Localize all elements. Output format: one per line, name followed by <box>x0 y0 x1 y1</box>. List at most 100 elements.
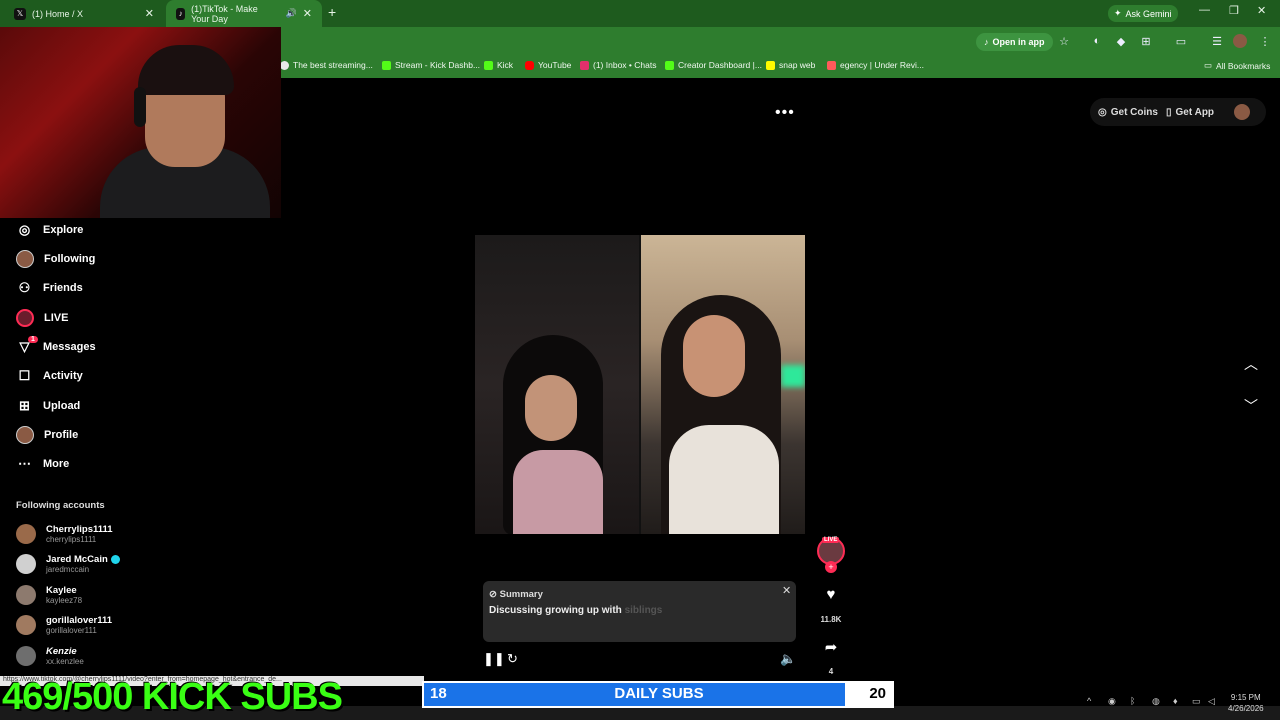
pause-icon[interactable]: ❚❚ <box>483 651 505 667</box>
video-player[interactable] <box>475 235 805 534</box>
kebab-menu-icon[interactable]: ⋮ <box>1258 34 1272 48</box>
summary-title: Summary <box>499 589 543 600</box>
extension-icon[interactable]: ◐ <box>1090 34 1104 48</box>
sidebar-item-live[interactable]: LIVE <box>16 307 68 329</box>
chevron-up-icon[interactable]: ^ <box>1087 696 1091 706</box>
following-avatar-icon <box>16 250 34 268</box>
webcam-person-hair <box>138 45 234 95</box>
bookmark-item[interactable]: (1) Inbox • Chats <box>580 60 656 70</box>
minimize-button[interactable]: — <box>1199 4 1210 16</box>
following-account-item[interactable]: Kenzie xx.kenzlee <box>16 646 84 666</box>
profile-avatar-icon[interactable] <box>1233 34 1247 48</box>
tab-tiktok[interactable]: ♪ (1)TikTok - Make Your Day 🔊 ✕ <box>166 0 322 27</box>
bluetooth-icon[interactable]: ᛒ <box>1130 696 1135 706</box>
bookmark-item[interactable]: egency | Under Revi... <box>827 60 924 70</box>
sidebar-item-label: Upload <box>43 400 81 412</box>
follow-plus-icon[interactable]: + <box>825 561 837 573</box>
tray-app-icon[interactable]: ◉ <box>1108 696 1116 707</box>
snapchat-icon <box>766 60 775 70</box>
daily-subs-current: 18 <box>430 685 447 702</box>
account-username: gorillalover111 <box>46 625 97 635</box>
following-account-item[interactable]: Cherrylips1111 cherrylips1111 <box>16 524 113 544</box>
youtube-icon <box>525 60 534 70</box>
get-app-button[interactable]: ▯ Get App <box>1166 103 1214 121</box>
tab-label: (1)TikTok - Make Your Day <box>191 3 258 24</box>
bookmark-star-icon[interactable]: ☆ <box>1057 34 1071 48</box>
sidebar-item-explore[interactable]: ◎ Explore <box>16 219 84 241</box>
microphone-icon[interactable]: ♦ <box>1173 696 1178 706</box>
bookmark-label: The best streaming... <box>293 60 373 70</box>
kick-icon <box>665 60 674 70</box>
video-person-body <box>669 425 779 534</box>
audio-icon[interactable]: 🔊 <box>286 8 297 19</box>
following-account-item[interactable]: Kaylee kayleez78 <box>16 585 82 605</box>
tiktok-icon: ♪ <box>984 37 989 47</box>
sidebar-item-upload[interactable]: ⊞ Upload <box>16 395 80 417</box>
replay-icon[interactable]: ↻ <box>507 651 518 667</box>
more-icon: ⋯ <box>18 456 31 471</box>
bookmark-label: snap web <box>779 60 816 70</box>
network-icon[interactable]: ▭ <box>1192 696 1201 707</box>
share-icon[interactable]: ➦ <box>821 637 841 657</box>
restore-button[interactable]: ❐ <box>1229 4 1239 17</box>
avatar <box>16 585 36 605</box>
live-badge: LIVE <box>822 537 840 543</box>
summary-text-row: Discussing growing up with siblings <box>489 605 662 616</box>
volume-icon[interactable]: 🔈 <box>780 651 796 667</box>
profile-avatar-icon[interactable] <box>1234 104 1250 120</box>
bookmark-item[interactable]: Stream - Kick Dashb... <box>382 60 480 70</box>
sidebar-item-label: LIVE <box>44 312 69 324</box>
get-coins-button[interactable]: ◎ Get Coins <box>1098 103 1158 121</box>
all-bookmarks-button[interactable]: ▭ All Bookmarks <box>1204 60 1270 71</box>
puzzle-icon[interactable]: ⊞ <box>1139 34 1153 48</box>
daily-subs-progress: DAILY SUBS 18 20 <box>422 681 894 708</box>
screen: 𝕏 (1) Home / X ✕ ♪ (1)TikTok - Make Your… <box>0 0 1280 720</box>
close-icon[interactable]: ✕ <box>782 584 791 597</box>
following-account-item[interactable]: Jared McCain jaredmccain <box>16 554 120 574</box>
like-count: 11.8K <box>820 615 842 624</box>
close-icon[interactable]: ✕ <box>303 7 312 20</box>
verified-icon <box>110 555 120 564</box>
bookmark-item[interactable]: The best streaming... <box>280 60 373 70</box>
bookmark-item[interactable]: snap web <box>766 60 815 70</box>
new-tab-button[interactable]: + <box>328 4 336 20</box>
chevron-up-icon[interactable]: ︿ <box>1244 354 1258 374</box>
gemini-icon: ✦ <box>1114 8 1122 18</box>
following-account-item[interactable]: gorillalover111 gorillalover111 <box>16 615 112 635</box>
bookmark-item[interactable]: YouTube <box>525 60 571 70</box>
bookmark-item[interactable]: Kick <box>484 60 513 70</box>
speaker-icon[interactable]: ◁ <box>1208 696 1215 707</box>
close-icon[interactable]: ✕ <box>145 7 154 20</box>
avatar <box>16 646 36 666</box>
tiktok-icon: ♪ <box>176 7 186 20</box>
reading-list-icon[interactable]: ☰ <box>1210 34 1224 48</box>
system-clock[interactable]: 9:15 PM 4/26/2026 <box>1228 692 1264 714</box>
tab-x-home[interactable]: 𝕏 (1) Home / X ✕ <box>4 0 164 27</box>
ask-gemini-button[interactable]: ✦ Ask Gemini <box>1108 5 1178 22</box>
tray-app-icon[interactable]: ◍ <box>1152 696 1160 707</box>
window-close-button[interactable]: ✕ <box>1257 4 1266 17</box>
chevron-down-icon[interactable]: ﹀ <box>1244 396 1258 416</box>
more-options-icon[interactable]: ••• <box>775 104 795 122</box>
bookmark-icon <box>280 60 289 70</box>
extension-icon[interactable]: ◆ <box>1114 34 1128 48</box>
bookmark-label: egency | Under Revi... <box>840 60 924 70</box>
video-person-face <box>525 375 577 441</box>
sidebar-item-profile[interactable]: Profile <box>16 424 78 446</box>
sidebar-item-label: Profile <box>44 429 79 441</box>
sidebar-item-activity[interactable]: ☐ Activity <box>16 365 83 387</box>
live-icon <box>16 309 34 327</box>
sidebar-item-more[interactable]: ⋯ More <box>16 453 69 475</box>
sidebar-item-messages[interactable]: ▽ 1 Messages <box>16 335 96 358</box>
webcam-overlay <box>0 27 281 218</box>
sidebar-item-label: Following <box>44 253 96 265</box>
bookmark-item[interactable]: Creator Dashboard |... <box>665 60 762 70</box>
heart-icon[interactable]: ♥ <box>821 584 841 604</box>
open-in-app-button[interactable]: ♪ Open in app <box>976 33 1053 51</box>
sidebar-item-friends[interactable]: ⚇ Friends <box>16 277 83 299</box>
following-accounts-heading: Following accounts <box>16 500 105 511</box>
sidebar-item-following[interactable]: Following <box>16 248 95 270</box>
account-name: Kenzie <box>46 645 77 657</box>
cast-icon[interactable]: ▭ <box>1174 34 1188 48</box>
activity-icon: ☐ <box>18 368 31 383</box>
